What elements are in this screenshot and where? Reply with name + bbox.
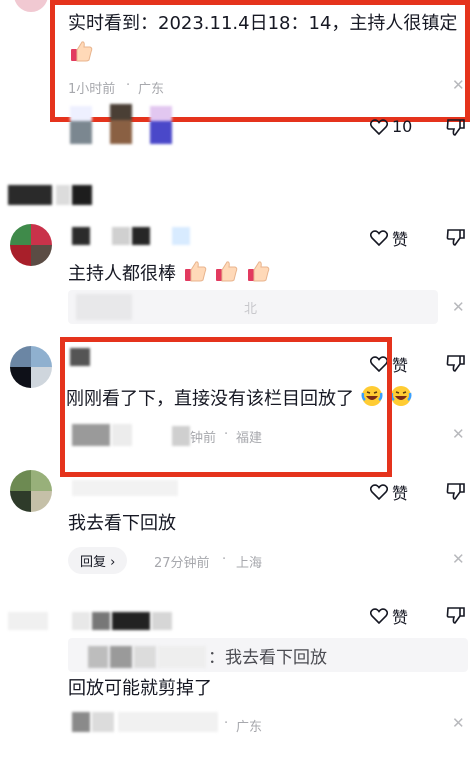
quote-fragment: 北 xyxy=(244,302,258,317)
comment-text: 我去看下回放 xyxy=(68,513,176,534)
avatar[interactable] xyxy=(10,224,52,266)
blurred-username xyxy=(132,227,150,245)
close-icon[interactable]: ✕ xyxy=(452,298,465,316)
comment-time: 27分钟前 xyxy=(154,556,210,571)
blurred-username xyxy=(72,480,178,496)
blurred-username xyxy=(92,612,110,630)
blurred-username xyxy=(8,185,52,205)
like-label: 赞 xyxy=(392,484,409,503)
like-count: 10 xyxy=(392,117,413,136)
thumbs-up-emoji xyxy=(245,258,271,291)
like-button[interactable]: 赞 xyxy=(370,480,408,504)
close-icon[interactable]: ✕ xyxy=(452,550,465,568)
laugh-cry-emoji xyxy=(389,384,413,415)
blurred-username xyxy=(172,227,190,245)
blurred-quote xyxy=(76,294,132,320)
quote-text: ：我去看下回放 xyxy=(208,648,327,668)
close-icon[interactable]: ✕ xyxy=(452,425,465,443)
blurred-reply-chip xyxy=(92,712,114,732)
like-label: 赞 xyxy=(392,230,409,249)
meta-separator: · xyxy=(222,552,227,567)
heart-icon xyxy=(370,608,388,624)
highlight-box xyxy=(60,337,392,477)
blurred-username xyxy=(112,227,130,245)
like-button[interactable]: 10 xyxy=(370,117,412,136)
blurred-avatar xyxy=(70,106,92,144)
comment-location: 广东 xyxy=(236,720,263,735)
like-button[interactable]: 赞 xyxy=(370,226,408,250)
like-button[interactable]: 赞 xyxy=(370,604,408,628)
like-label: 赞 xyxy=(392,356,409,375)
blurred-time xyxy=(118,712,218,732)
blurred-quote xyxy=(88,646,108,668)
blurred-username xyxy=(72,227,90,245)
blurred-quote xyxy=(134,646,156,668)
blurred-username xyxy=(72,612,90,630)
blurred-username xyxy=(152,612,172,630)
blurred-username xyxy=(112,612,150,630)
dislike-icon[interactable] xyxy=(446,354,466,372)
like-label: 赞 xyxy=(392,608,409,627)
comment-location: 上海 xyxy=(236,556,263,571)
blurred-quote xyxy=(110,646,132,668)
blurred-avatar xyxy=(110,104,132,144)
blurred-quote xyxy=(158,646,206,668)
blurred-reply-chip xyxy=(72,712,90,732)
heart-icon xyxy=(370,118,388,135)
heart-icon xyxy=(370,484,388,500)
reply-button[interactable]: 回复 › xyxy=(68,547,128,574)
blurred-avatar xyxy=(8,612,48,630)
thumbs-up-emoji xyxy=(182,258,208,291)
thumbs-up-emoji xyxy=(213,258,239,291)
comment-text: 主持人都很棒 xyxy=(68,258,271,291)
dislike-icon[interactable] xyxy=(446,482,466,500)
meta-separator: · xyxy=(224,716,229,731)
blurred-username xyxy=(56,185,70,205)
heart-icon xyxy=(370,230,388,246)
dislike-icon[interactable] xyxy=(446,118,466,136)
blurred-avatar xyxy=(150,106,172,144)
avatar[interactable] xyxy=(10,346,52,388)
comment-text: 回放可能就剪掉了 xyxy=(68,678,212,699)
avatar[interactable] xyxy=(10,470,52,512)
dislike-icon[interactable] xyxy=(446,606,466,624)
blurred-username xyxy=(72,185,92,205)
dislike-icon[interactable] xyxy=(446,228,466,246)
avatar[interactable] xyxy=(14,0,48,12)
close-icon[interactable]: ✕ xyxy=(452,714,465,732)
